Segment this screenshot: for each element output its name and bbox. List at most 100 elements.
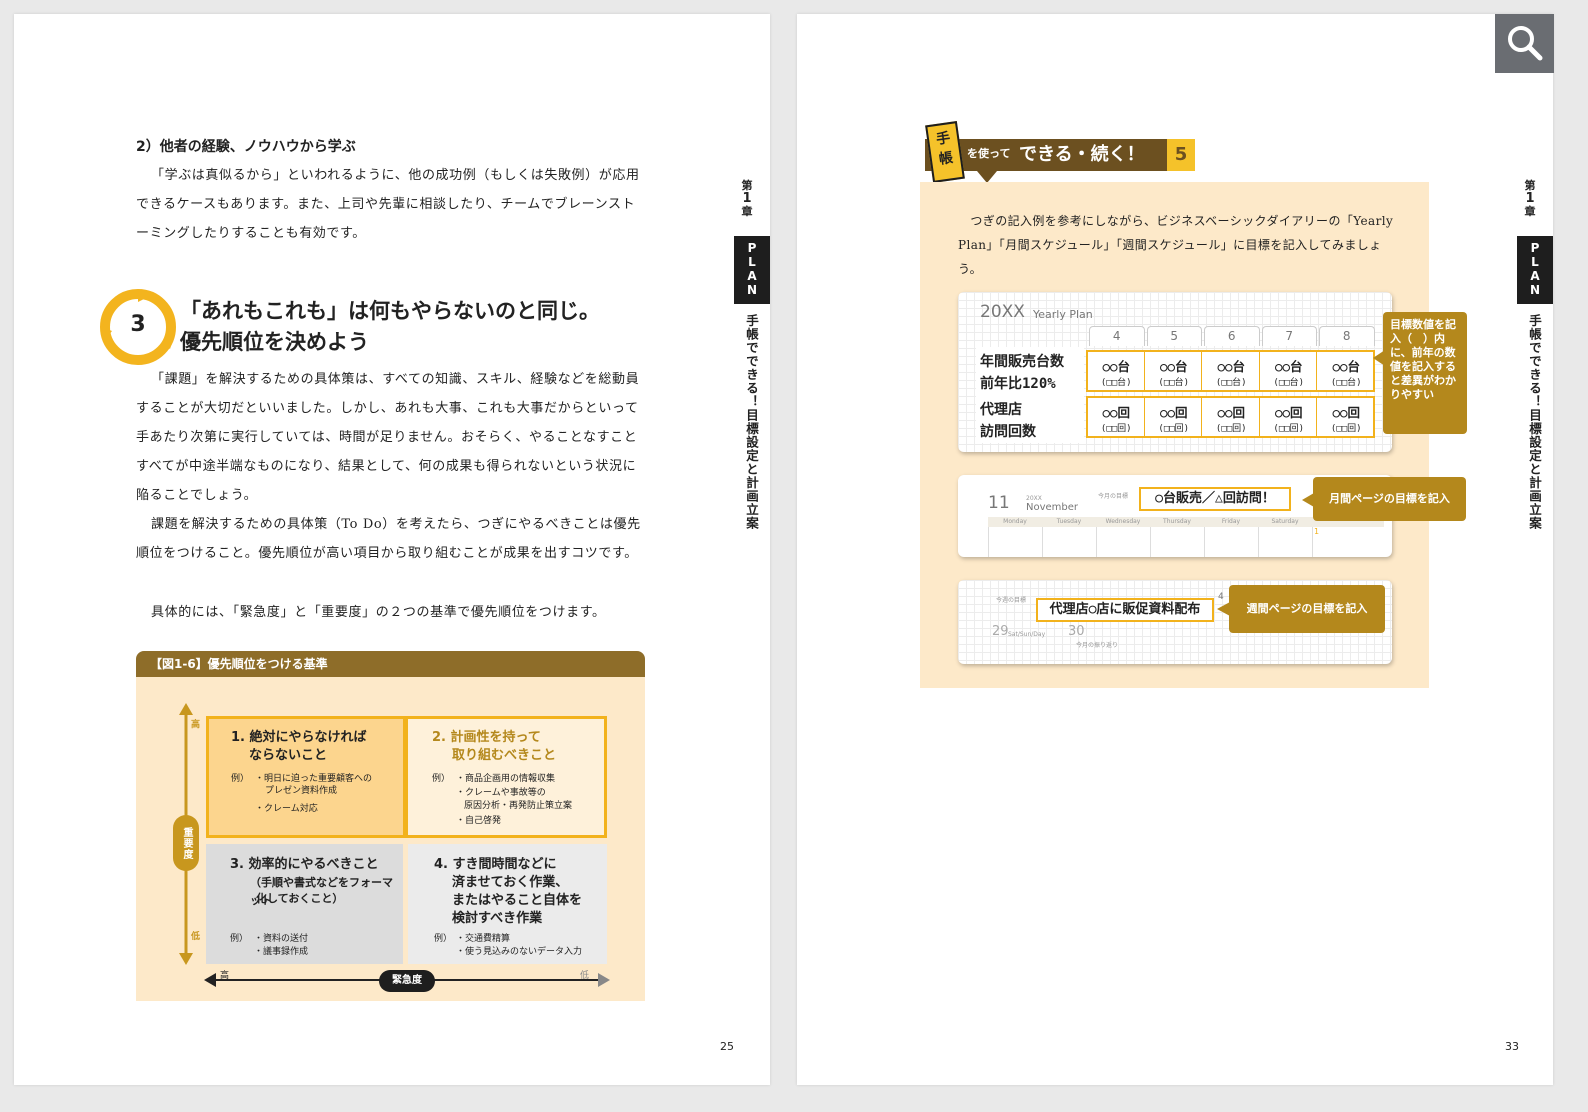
quadrant-4-title-3: またはやること自体を [452,893,583,908]
importance-low-label: 低 [191,932,201,942]
monthly-day-tuesday: Tuesday [1056,518,1082,525]
monthly-callout-pointer [1302,493,1314,507]
weekly-goal-small-label: 今週の目標 [996,597,1027,604]
monthly-grid-line [1042,527,1043,557]
yearly-row-2-cell-6-value: ○○回 [1217,405,1246,420]
chapter-marker: 第 1 章 [732,179,762,218]
yearly-label: Yearly Plan [1033,308,1093,321]
plan-tab-right-letter-a: A [1530,269,1540,283]
quadrant-4-example-2: ・使う見込みのないデータ入力 [456,947,583,957]
quadrant-1-title-2: ならないこと [249,748,328,763]
quadrant-2-example-prefix: 例） [432,774,451,784]
yearly-row-2-label-2: 訪問回数 [980,424,1036,440]
chapter-number: 1 [742,191,752,206]
banner-prefix: を使って [967,147,1011,160]
monthly-grid-line [1258,527,1259,557]
yearly-row-1-cell-7: ○○台 (□□台) [1262,352,1317,390]
yearly-row-2-cell-7: ○○回 (□□回) [1262,398,1317,436]
yearly-row-2-cell-4: ○○回 (□□回) [1089,398,1145,436]
monthly-date-1: 1 [1314,527,1320,536]
yearly-row-1-cell-8: ○○台 (□□台) [1319,352,1375,390]
yearly-row-1-cell-4-previous: (□□台) [1100,378,1132,388]
yearly-month-5: 5 [1146,326,1202,346]
weekly-goal: 代理店○店に販促資料配布 [1036,598,1214,622]
plan-tab-letter-n: N [746,283,758,297]
yearly-row-1-cell-5: ○○台 (□□台) [1147,352,1202,390]
chapter-vertical-title: 手帳でできる！目標設定と計画立案 [744,314,759,530]
subheading: 2）他者の経験、ノウハウから学ぶ [136,139,356,155]
plan-tab-right: P L A N [1517,236,1553,304]
chapter-number-right: 1 [1525,191,1535,206]
monthly-day: 11 [988,493,1010,513]
yearly-row-1-label-1: 年間販売台数 [980,354,1064,370]
monthly-goal: ○台販売／△回訪問！ [1139,487,1291,511]
yearly-row-1-cell-4: ○○台 (□□台) [1089,352,1145,390]
yearly-row-2-cell-7-value: ○○回 [1274,405,1303,420]
quadrant-1-example-prefix: 例） [231,774,250,784]
yearly-year: 20XX [980,302,1025,322]
yearly-plan-card: 20XX Yearly Plan 年間販売台数 前年比120% 代理店 訪問回数… [958,292,1392,452]
weekly-review-label: 今月の振り返り [1076,642,1119,649]
monthly-goal-small-label: 今月の目標 [1098,493,1129,500]
chapter-char-2: 章 [741,205,753,218]
quadrant-4-title-1: 4. すき間時間などに [434,857,557,872]
yearly-month-6: 6 [1204,326,1260,346]
yearly-row-1-cell-7-value: ○○台 [1274,359,1303,374]
monthly-day-wednesday: Wednesday [1105,518,1141,525]
yearly-row-1-cell-6-previous: (□□台) [1215,378,1247,388]
section-title-line-2: 優先順位を決めよう [180,330,369,354]
quadrant-2: 2. 計画性を持って 取り組むべきこと 例） ・商品企画用の情報収集 ・クレーム… [405,716,607,838]
quadrant-2-example-2: ・クレームや事故等の [456,788,546,798]
monthly-day-saturday: Saturday [1271,518,1299,525]
search-button[interactable] [1495,14,1554,73]
banner-tag: 手 帳 [925,121,965,183]
yearly-row-1-cell-7-previous: (□□台) [1273,378,1305,388]
quadrant-3-example-prefix: 例） [230,934,249,944]
chapter-vertical-title-right: 手帳でできる！目標設定と計画立案 [1527,314,1542,530]
weekly-date-29-label: Sat/Sun/Day [1008,631,1046,638]
urgency-axis-label: 緊急度 [379,970,435,992]
yearly-row-2-cell-8-previous: (□□回) [1330,424,1362,434]
quadrant-1-example-1b: プレゼン資料作成 [265,786,338,796]
quadrant-1-title-1: 1. 絶対にやらなければ [231,730,367,745]
quadrant-3-title-3: 化しておくこと） [256,892,344,905]
banner-title: できる・続く！ [1019,144,1145,165]
monthly-year: 20XX [1026,495,1042,502]
quadrant-2-title-2: 取り組むべきこと [452,748,557,763]
monthly-day-friday: Friday [1221,518,1241,525]
yearly-row-2-cell-6: ○○回 (□□回) [1204,398,1260,436]
yearly-month-4: 4 [1089,326,1145,346]
importance-high-label: 高 [191,720,201,730]
urgency-high-label: 高 [220,971,230,981]
quadrant-4-title-4: 検討すべき作業 [452,911,543,926]
importance-axis-label: 重要度 [173,815,199,871]
quadrant-2-example-2b: 原因分析・再発防止策立案 [464,801,573,811]
intro-text: つぎの記入例を参考にしながら、ビジネスベーシックダイアリーの「Yearly Pl… [958,214,1394,276]
plan-tab-letter-a: A [747,269,757,283]
search-icon [1508,26,1543,61]
paragraph-3: 課題を解決するための具体策（To Do）を考えたら、つぎにやるべきことは優先順位… [136,517,641,561]
banner-number: 5 [1167,139,1195,171]
quadrant-4-title-2: 済ませておく作業、 [452,875,569,890]
urgency-low-label: 低 [580,971,590,981]
weekly-side-number: 4 [1218,592,1224,602]
section-title-line-1: 「あれもこれも」は何もやらないのと同じ。 [180,299,600,323]
yearly-month-7: 7 [1261,326,1317,346]
banner-tag-char-2: 帳 [937,150,955,168]
yearly-row-2-cell-5-value: ○○回 [1159,405,1188,420]
plan-tab: P L A N [734,236,770,304]
yearly-row-1-label-2: 前年比120% [980,376,1056,392]
monthly-callout: 月間ページの目標を記入 [1313,477,1466,521]
quadrant-4: 4. すき間時間などに 済ませておく作業、 またはやること自体を 検討すべき作業… [408,844,607,964]
monthly-grid-line [1312,527,1313,557]
plan-tab-letter-p: P [747,241,757,255]
plan-tab-right-letter-n: N [1529,283,1541,297]
quadrant-3-example-1: ・資料の送付 [254,934,309,944]
quadrant-1-example-2: ・クレーム対応 [255,804,318,814]
yearly-callout-pointer [1373,350,1385,366]
monthly-grid-line [1150,527,1151,557]
plan-tab-right-letter-p: P [1530,241,1540,255]
yearly-row-1-cell-5-value: ○○台 [1159,359,1188,374]
yearly-row-1-cell-6-value: ○○台 [1217,359,1246,374]
plan-tab-right-letter-l: L [1531,255,1539,269]
